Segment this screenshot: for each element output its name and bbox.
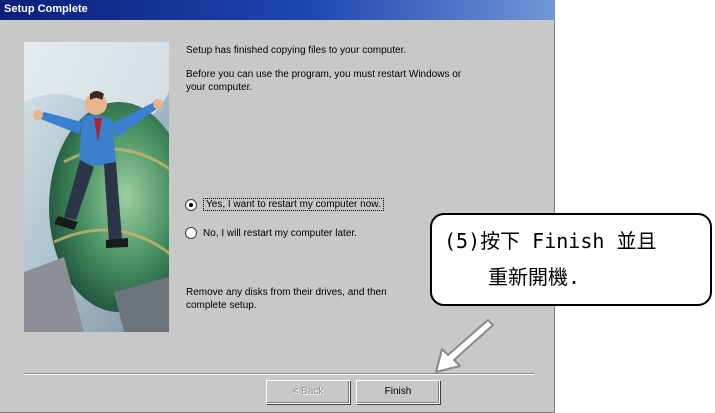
instruction-line2: complete setup.: [186, 300, 257, 311]
restart-now-option[interactable]: Yes, I want to restart my computer now.: [185, 198, 384, 211]
setup-illustration: [24, 42, 169, 332]
restart-now-label[interactable]: Yes, I want to restart my computer now.: [203, 198, 384, 211]
callout-line-2: 重新開機.: [488, 265, 581, 289]
restart-message-line2: your computer.: [186, 82, 253, 93]
radio-restart-now[interactable]: [185, 198, 197, 211]
status-message: Setup has finished copying files to your…: [186, 45, 407, 56]
restart-later-option[interactable]: No, I will restart my computer later.: [185, 227, 357, 239]
title-bar[interactable]: Setup Complete: [0, 0, 555, 20]
restart-message-line1: Before you can use the program, you must…: [186, 69, 462, 80]
instruction-callout: (5)按下 Finish 並且 重新開機.: [430, 213, 712, 306]
restart-later-label[interactable]: No, I will restart my computer later.: [203, 228, 357, 239]
instruction-line1: Remove any disks from their drives, and …: [186, 287, 387, 298]
window-title: Setup Complete: [4, 3, 88, 15]
pointer-arrow-icon: [435, 319, 494, 373]
back-button[interactable]: < Back: [266, 380, 350, 404]
radio-restart-later[interactable]: [185, 227, 197, 239]
callout-line-1: (5)按下 Finish 並且: [444, 229, 657, 253]
finish-button[interactable]: Finish: [356, 380, 440, 404]
